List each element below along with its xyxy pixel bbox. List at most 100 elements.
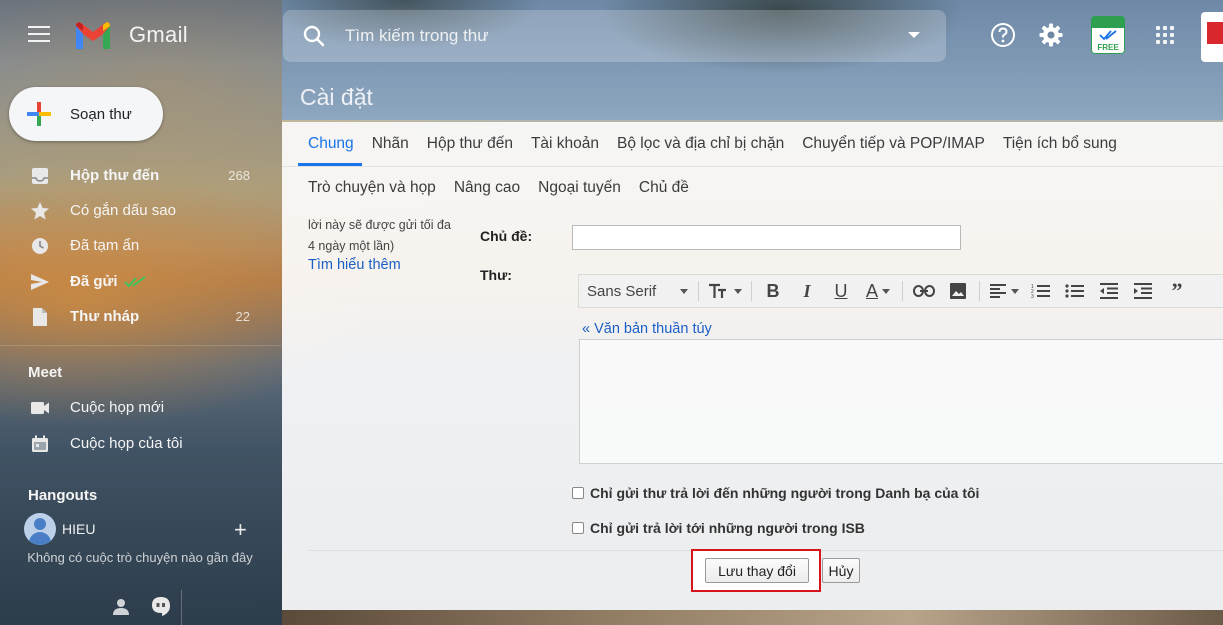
sidebar-item-starred[interactable]: Có gắn dấu sao [0,193,282,228]
indent-less-icon[interactable] [1092,274,1126,308]
draft-icon [30,307,50,327]
gmail-m-icon [76,22,110,49]
settings-tabs-row-2: Trò chuyện và họp Nâng cao Ngoại tuyến C… [282,166,1223,210]
tab-addons[interactable]: Tiện ích bổ sung [1003,122,1117,166]
vacation-note-line-1: lời này sẽ được gửi tối đa [308,218,451,232]
free-extension-icon[interactable]: FREE [1091,16,1125,54]
sidebar-divider [0,345,282,346]
hangouts-user[interactable]: HIEU + [24,513,282,547]
search-icon[interactable] [303,25,325,47]
font-family-value: Sans Serif [587,282,657,300]
sidebar-item-inbox[interactable]: Hộp thư đến 268 [0,158,282,193]
tab-advanced[interactable]: Nâng cao [454,166,520,210]
sidebar-item-new-meeting[interactable]: Cuộc họp mới [0,390,282,425]
cancel-button[interactable]: Hủy [822,558,860,583]
image-icon[interactable] [941,274,975,308]
meet-section-title: Meet [28,364,63,381]
apps-grid-icon[interactable] [1156,26,1174,44]
bold-icon[interactable]: B [756,274,790,308]
vacation-note: lời này sẽ được gửi tối đa 4 ngày một lầ… [308,215,478,257]
settings-tabs-row-1: Chung Nhãn Hộp thư đến Tài khoản Bộ lọc … [282,122,1223,166]
hangouts-icon[interactable] [150,596,172,618]
sidebar-item-label: Có gắn dấu sao [70,202,176,219]
font-family-select[interactable]: Sans Serif [579,274,694,308]
add-conversation-icon[interactable]: + [234,517,247,543]
plain-text-link[interactable]: « Văn bản thuần túy [582,321,712,337]
tab-filters[interactable]: Bộ lọc và địa chỉ bị chặn [617,122,784,166]
align-icon[interactable] [984,274,1024,308]
contacts-only-checkbox[interactable] [572,487,584,499]
free-badge-label: FREE [1097,43,1119,52]
bulleted-list-icon[interactable] [1058,274,1092,308]
compose-button[interactable]: Soạn thư [9,87,163,141]
contacts-only-option[interactable]: Chỉ gửi thư trả lời đến những người tron… [572,485,979,501]
numbered-list-icon[interactable]: 123 [1024,274,1058,308]
subject-input[interactable] [572,225,961,250]
account-avatar[interactable] [1201,12,1223,62]
sidebar-item-label: Cuộc họp của tôi [70,435,183,452]
app-name: Gmail [129,22,188,47]
formatting-toolbar: Sans Serif B I U A 123 ” [578,274,1223,308]
tab-offline[interactable]: Ngoại tuyến [538,166,621,210]
sidebar-item-snoozed[interactable]: Đã tạm ẩn [0,228,282,263]
main-menu-icon[interactable] [28,26,50,44]
tab-inbox[interactable]: Hộp thư đến [427,122,513,166]
avatar [24,513,56,545]
svg-text:3: 3 [1031,294,1034,299]
font-size-icon[interactable] [703,274,747,308]
text-color-icon[interactable]: A [858,274,898,308]
gear-icon[interactable] [1036,20,1066,50]
check-mark-icon [1099,30,1117,40]
indent-more-icon[interactable] [1126,274,1160,308]
toolbar-separator [979,281,980,301]
search-options-chevron-down-icon[interactable] [908,32,920,38]
drafts-count: 22 [235,309,250,324]
tab-chat-meet[interactable]: Trò chuyện và họp [308,166,436,210]
org-only-checkbox[interactable] [572,522,584,534]
search-bar[interactable] [283,10,946,62]
sidebar-item-my-meetings[interactable]: Cuộc họp của tôi [0,426,282,461]
tab-general[interactable]: Chung [298,122,362,166]
help-icon[interactable] [988,20,1018,50]
star-icon [30,201,50,221]
contacts-only-label: Chỉ gửi thư trả lời đến những người tron… [590,485,980,501]
toolbar-separator [902,281,903,301]
toolbar-separator [698,281,699,301]
gmail-logo[interactable]: Gmail [73,20,188,50]
message-label: Thư: [480,267,512,283]
message-editor[interactable] [579,339,1223,464]
link-icon[interactable] [907,274,941,308]
inbox-icon [30,166,50,186]
underline-icon[interactable]: U [824,274,858,308]
contacts-icon[interactable] [112,598,130,616]
hangouts-bottom-bar [0,590,282,625]
inbox-count: 268 [228,168,250,183]
tab-labels[interactable]: Nhãn [372,122,409,166]
sidebar-item-sent[interactable]: Đã gửi [0,264,282,299]
tab-forwarding[interactable]: Chuyển tiếp và POP/IMAP [802,122,985,166]
calendar-icon [30,434,50,454]
sidebar-item-label: Hộp thư đến [70,167,160,184]
hangouts-empty-text: Không có cuộc trò chuyện nào gần đây [27,550,253,565]
page-title: Cài đặt [300,84,373,110]
search-input[interactable] [345,26,885,46]
video-icon [30,398,50,418]
subject-label: Chủ đề: [480,228,533,244]
vacation-note-line-2: 4 ngày một lần) [308,239,395,253]
tab-themes[interactable]: Chủ đề [639,166,689,210]
footer-background [282,610,1223,625]
org-only-label: Chỉ gửi trả lời tới những người trong IS… [590,520,865,536]
hangouts-user-name: HIEU [62,521,96,537]
sidebar-item-label: Đã tạm ẩn [70,237,140,254]
italic-icon[interactable]: I [790,274,824,308]
sidebar-item-drafts[interactable]: Thư nháp 22 [0,299,282,334]
save-changes-button[interactable]: Lưu thay đổi [705,558,809,583]
send-icon [30,272,50,292]
learn-more-link[interactable]: Tìm hiểu thêm [308,257,401,273]
double-check-icon [124,275,146,287]
org-only-option[interactable]: Chỉ gửi trả lời tới những người trong IS… [572,520,865,536]
hangouts-section-title: Hangouts [28,487,98,504]
tab-accounts[interactable]: Tài khoản [531,122,599,166]
quote-icon[interactable]: ” [1160,274,1194,308]
compose-plus-icon [27,102,51,126]
